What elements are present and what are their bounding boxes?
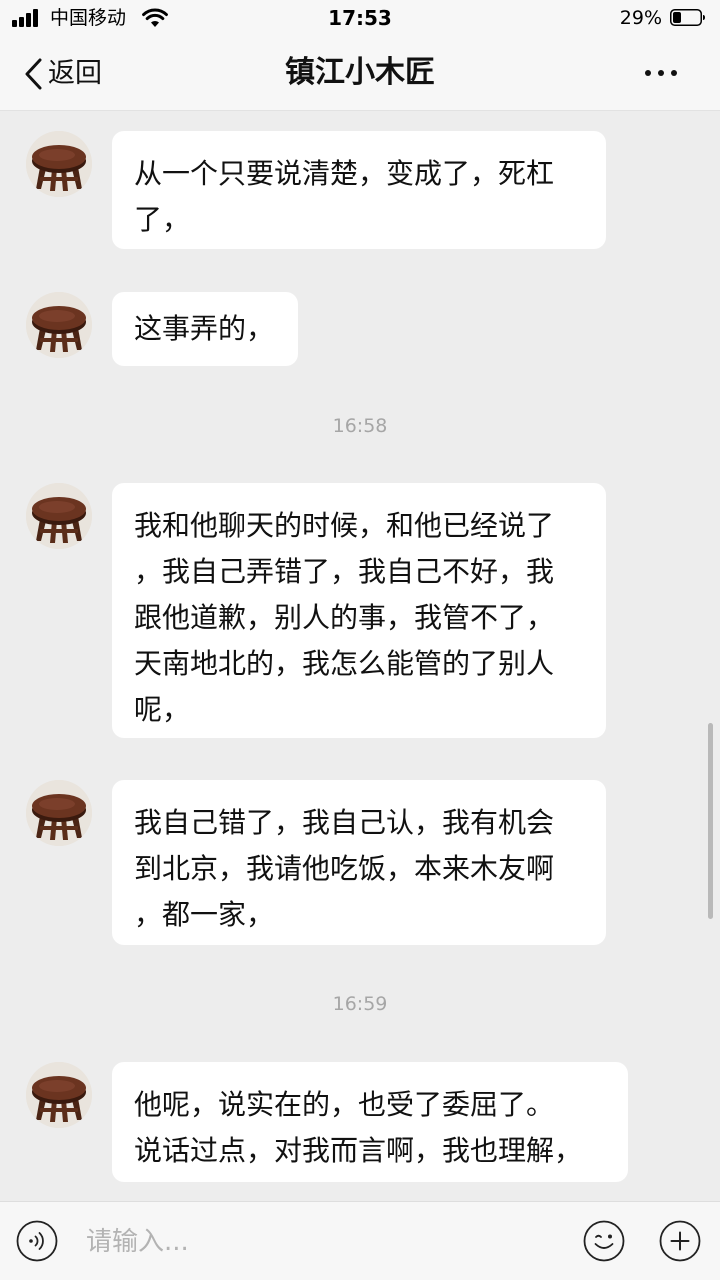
chat-screen: 中国移动 17:53 29% 返回 镇江小木匠 从一个只要说清楚，变成了，死杠 …: [0, 0, 720, 1280]
emoji-icon[interactable]: [583, 1220, 625, 1262]
avatar[interactable]: [26, 131, 92, 197]
avatar[interactable]: [26, 780, 92, 846]
plus-icon[interactable]: [659, 1220, 701, 1262]
chat-title: 镇江小木匠: [285, 55, 435, 90]
navigation-bar: 返回 镇江小木匠: [0, 36, 720, 111]
message-line: 说话过点，对我而言啊，我也理解，: [134, 1134, 583, 1167]
scrollbar[interactable]: [708, 723, 713, 919]
message-line: 他呢，说实在的，也受了委屈了。: [134, 1088, 555, 1121]
message-bubble[interactable]: 我和他聊天的时候，和他已经说了 ，我自己弄错了，我自己不好，我 跟他道歉，别人的…: [112, 483, 606, 738]
timestamp: 16:59: [332, 993, 388, 1015]
message-line: ，都一家，: [134, 898, 275, 931]
message-line: 跟他道歉，别人的事，我管不了，: [134, 601, 555, 634]
message-bubble[interactable]: 我自己错了，我自己认，我有机会 到北京，我请他吃饭，本来木友啊 ，都一家，: [112, 780, 606, 945]
voice-icon[interactable]: [16, 1220, 58, 1262]
message-line: 我自己错了，我自己认，我有机会: [134, 806, 555, 839]
wooden-stool-icon: [26, 131, 92, 197]
message-line: 天南地北的，我怎么能管的了别人: [134, 647, 555, 680]
status-bar: 中国移动 17:53 29%: [0, 0, 720, 36]
avatar[interactable]: [26, 1062, 92, 1128]
message-bubble[interactable]: 从一个只要说清楚，变成了，死杠 了，: [112, 131, 606, 249]
message-line: 呢，: [134, 693, 191, 726]
input-bar: [0, 1201, 720, 1280]
message-line: 从一个只要说清楚，变成了，死杠: [134, 157, 555, 190]
message-bubble[interactable]: 他呢，说实在的，也受了委屈了。 说话过点，对我而言啊，我也理解，: [112, 1062, 628, 1182]
avatar[interactable]: [26, 483, 92, 549]
wooden-stool-icon: [26, 780, 92, 846]
wooden-stool-icon: [26, 1062, 92, 1128]
message-line: 我和他聊天的时候，和他已经说了: [134, 509, 555, 542]
message-input[interactable]: [86, 1220, 556, 1264]
wooden-stool-icon: [26, 292, 92, 358]
message-bubble[interactable]: 这事弄的，: [112, 292, 298, 366]
timestamp: 16:58: [332, 415, 388, 437]
message-line: 这事弄的，: [134, 312, 275, 345]
message-line: 了，: [134, 203, 191, 236]
message-line: ，我自己弄错了，我自己不好，我: [134, 555, 555, 588]
more-dots-icon[interactable]: [644, 66, 678, 80]
battery-icon: [670, 9, 705, 26]
battery-percent: 29%: [619, 7, 662, 29]
avatar[interactable]: [26, 292, 92, 358]
status-time: 17:53: [328, 6, 392, 30]
message-list[interactable]: 从一个只要说清楚，变成了，死杠 了， 这事弄的， 16:58 我和他聊天的时候，…: [0, 111, 720, 1201]
message-line: 到北京，我请他吃饭，本来木友啊: [134, 852, 555, 885]
wooden-stool-icon: [26, 483, 92, 549]
